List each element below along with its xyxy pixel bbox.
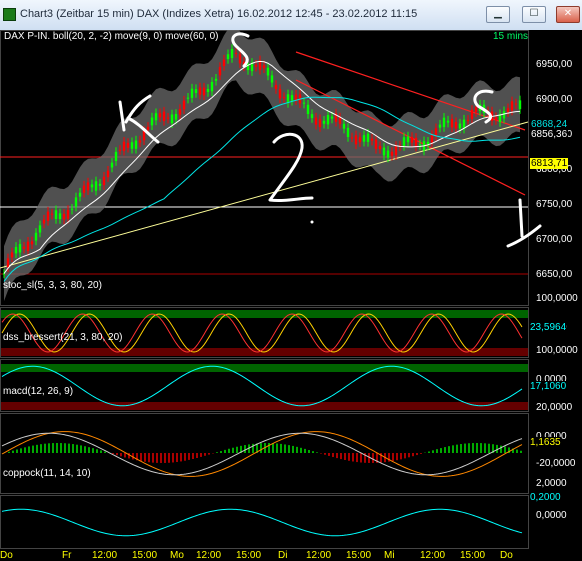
x-tick-label: 12:00 — [306, 550, 332, 561]
window-title: Chart3 (Zeitbar 15 min) DAX (Indizes Xet… — [20, 8, 418, 20]
indicator-label: coppock(11, 14, 10) — [3, 468, 91, 479]
indicator-label: dss_bressert(21, 3, 80, 20) — [3, 332, 123, 343]
minimize-button[interactable]: ▁ — [486, 6, 510, 23]
y-tick-label: 6900,00 — [536, 94, 573, 105]
x-tick-label: Do — [0, 550, 13, 561]
x-tick-label: Do — [500, 550, 513, 561]
indicator-label: stoc_sl(5, 3, 3, 80, 20) — [3, 280, 102, 291]
indicator-tick: 100,0000 — [536, 293, 578, 304]
price-label: 6856,36 — [530, 129, 569, 140]
x-tick-label: Mo — [170, 550, 184, 561]
x-tick-label: 12:00 — [196, 550, 222, 561]
x-tick-label: 15:00 — [460, 550, 486, 561]
timeframe-label: 15 mins — [493, 31, 529, 42]
x-axis: Do Fr 12:00 15:00 Mo 12:00 15:00 Di 12:00 15:00 Mi… — [0, 550, 582, 561]
y-tick-label: 6750,00 — [536, 199, 573, 210]
x-tick-label: 12:00 — [92, 550, 118, 561]
indicator-value: 17,1060 — [530, 381, 567, 392]
indicator-label: macd(12, 26, 9) — [3, 386, 74, 397]
indicator-tick: 20,0000 — [536, 402, 573, 413]
indicator-tick: -20,0000 — [536, 458, 576, 469]
app-icon — [3, 8, 16, 21]
x-tick-label: 15:00 — [236, 550, 262, 561]
window-titlebar: Chart3 (Zeitbar 15 min) DAX (Indizes Xet… — [0, 0, 582, 31]
price-panel-label: DAX P-IN. boll(20, 2, -2) move(9, 0) mov… — [4, 31, 219, 42]
indicator-value: 1,1635 — [530, 437, 561, 448]
indicator-tick: 2,0000 — [536, 478, 567, 489]
x-tick-label: 15:00 — [346, 550, 372, 561]
close-button[interactable]: ✕ — [556, 6, 580, 23]
x-tick-label: Mi — [384, 550, 395, 561]
x-tick-label: Di — [278, 550, 288, 561]
maximize-button[interactable]: ☐ — [522, 6, 546, 23]
y-tick-label: 6700,00 — [536, 234, 573, 245]
indicator-value: 23,5964 — [530, 322, 567, 333]
x-tick-label: 12:00 — [420, 550, 446, 561]
indicator-value: 0,2000 — [530, 492, 561, 503]
x-tick-label: 15:00 — [132, 550, 158, 561]
indicator-tick: 0,0000 — [536, 510, 567, 521]
y-tick-label: 6950,00 — [536, 59, 573, 70]
x-tick-label: Fr — [62, 550, 72, 561]
indicator-tick: 100,0000 — [536, 345, 578, 356]
y-tick-label: 6650,00 — [536, 269, 573, 280]
price-label: 6813,71 — [530, 158, 569, 169]
